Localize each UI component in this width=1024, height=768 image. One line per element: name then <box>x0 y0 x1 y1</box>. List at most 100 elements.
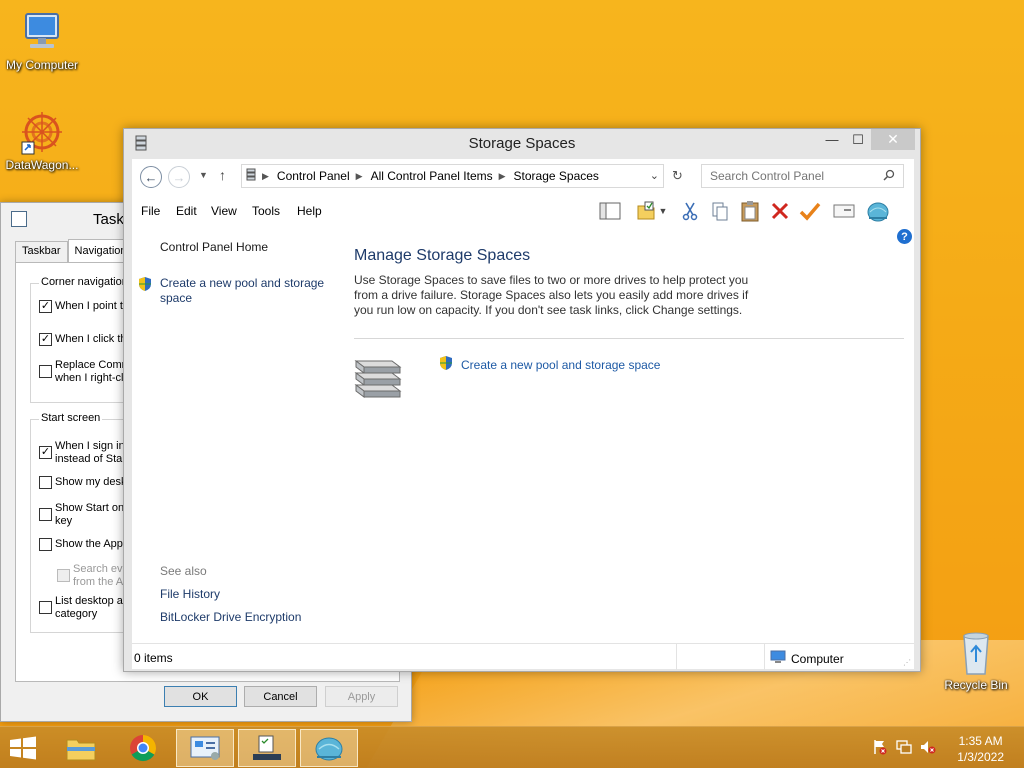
menu-tools[interactable]: Tools <box>252 204 280 218</box>
cancel-button[interactable]: Cancel <box>244 686 317 707</box>
search-icon[interactable] <box>883 169 895 184</box>
desktop-icon-recycle-bin[interactable]: Recycle Bin <box>934 630 1018 692</box>
cut-icon[interactable] <box>678 200 702 222</box>
checkmark-icon[interactable] <box>798 200 822 222</box>
address-dropdown-icon[interactable]: ⌄ <box>650 169 659 182</box>
option-label: List desktop ap category <box>55 595 129 621</box>
corner-option-3[interactable]: Replace Comm when I right-cl <box>39 359 131 385</box>
properties-icon[interactable] <box>832 200 856 222</box>
window-title: Task <box>93 211 124 228</box>
action-center-flag-icon[interactable] <box>872 739 888 758</box>
taskbar-control-panel[interactable] <box>176 729 234 767</box>
recent-locations-chevron-icon[interactable]: ▼ <box>199 170 208 180</box>
resize-grip-icon[interactable]: ⋰ <box>903 658 911 667</box>
start-option-6[interactable]: List desktop ap category <box>39 595 129 621</box>
checkbox <box>57 569 70 582</box>
taskbar-properties-icon <box>11 211 27 227</box>
taskbar-chrome[interactable] <box>114 729 172 767</box>
ok-button[interactable]: OK <box>164 686 237 707</box>
copy-icon[interactable] <box>708 200 732 222</box>
task-link-label: Create a new pool and storage space <box>461 357 661 372</box>
taskbar-storage-spaces[interactable] <box>300 729 358 767</box>
bitlocker-link[interactable]: BitLocker Drive Encryption <box>160 610 301 624</box>
breadcrumb-all-items[interactable]: ▶ All Control Panel Items <box>356 169 493 183</box>
help-icon[interactable]: ? <box>897 229 912 244</box>
checkbox[interactable]: ✓ <box>39 300 52 313</box>
corner-option-2[interactable]: ✓ When I click th <box>39 333 127 346</box>
option-label-line: key <box>55 515 73 527</box>
search-box[interactable] <box>701 164 904 188</box>
network-icon[interactable] <box>896 739 912 758</box>
checkbox[interactable]: ✓ <box>39 446 52 459</box>
options-dropdown-icon[interactable]: ▼ <box>656 200 670 222</box>
option-label: When I click th <box>55 333 127 345</box>
menu-file[interactable]: File <box>141 204 160 218</box>
file-explorer-icon <box>66 739 96 761</box>
start-option-4[interactable]: Show the Apps <box>39 538 128 551</box>
shield-icon <box>439 355 453 374</box>
option-label: Show the Apps <box>55 538 129 550</box>
minimize-button[interactable]: — <box>818 129 846 150</box>
checkbox[interactable] <box>39 365 52 378</box>
volume-muted-icon[interactable] <box>920 739 936 758</box>
start-option-2[interactable]: Show my desk <box>39 476 127 489</box>
start-option-5: Search eve from the A <box>57 563 129 589</box>
desktop-icon-datawagon[interactable]: DataWagon... <box>0 110 84 172</box>
menu-edit[interactable]: Edit <box>176 204 197 218</box>
address-bar-row: ← → ▼ ↑ ▶ Control Panel ▶ All Control Pane… <box>132 159 914 197</box>
storage-spaces-taskbar-icon <box>315 737 343 761</box>
forward-arrow-icon: → <box>168 166 190 188</box>
delete-icon[interactable] <box>768 200 792 222</box>
recycle-bin-icon <box>952 630 1000 676</box>
paste-icon[interactable] <box>738 200 762 222</box>
option-label-line: when I right-cl <box>55 372 124 384</box>
checkbox[interactable] <box>39 508 52 521</box>
start-option-1[interactable]: ✓ When I sign in instead of Star <box>39 440 126 466</box>
taskbar-file-explorer[interactable] <box>52 729 110 767</box>
up-arrow-icon[interactable]: ↑ <box>219 167 226 183</box>
start-button[interactable] <box>8 736 38 760</box>
checkbox[interactable] <box>39 601 52 614</box>
checkbox[interactable]: ✓ <box>39 333 52 346</box>
checkbox[interactable] <box>39 538 52 551</box>
corner-option-1[interactable]: ✓ When I point t <box>39 300 123 313</box>
folder-options-icon[interactable] <box>634 200 658 222</box>
menu-help[interactable]: Help <box>297 204 322 218</box>
checkbox[interactable] <box>39 476 52 489</box>
breadcrumb-control-panel[interactable]: ▶ Control Panel <box>262 169 350 183</box>
create-pool-line: Create a new pool and storage <box>160 276 325 290</box>
option-label-line: instead of Star <box>55 453 126 465</box>
computer-icon <box>770 650 786 667</box>
desktop-icon-my-computer[interactable]: My Computer <box>0 10 84 72</box>
start-option-3[interactable]: Show Start on key <box>39 502 124 528</box>
layout-pane-icon[interactable] <box>598 200 622 222</box>
option-label: Show Start on key <box>55 502 124 528</box>
menu-bar: File Edit View Tools Help ▼ <box>132 197 914 225</box>
chrome-icon <box>130 735 157 762</box>
create-pool-task-link[interactable]: Create a new pool and storage space <box>439 355 660 374</box>
breadcrumb-separator-icon: ▶ <box>262 170 269 181</box>
title-bar[interactable]: Storage Spaces — ☐ ✕ <box>124 129 920 157</box>
back-arrow-icon[interactable]: ← <box>140 166 162 188</box>
clock[interactable]: 1:35 AM 1/3/2022 <box>957 733 1004 765</box>
breadcrumb-storage-spaces[interactable]: ▶ Storage Spaces <box>499 169 599 183</box>
search-input[interactable] <box>710 169 880 183</box>
refresh-icon[interactable]: ↻ <box>672 168 683 184</box>
breadcrumb-label: All Control Panel Items <box>370 169 493 183</box>
globe-icon[interactable] <box>866 200 890 222</box>
taskbar-properties-icon <box>253 735 281 760</box>
menu-view[interactable]: View <box>211 204 237 218</box>
control-panel-home-link[interactable]: Control Panel Home <box>160 240 268 254</box>
file-history-link[interactable]: File History <box>160 587 220 601</box>
close-button[interactable]: ✕ <box>871 129 915 150</box>
tab-taskbar[interactable]: Taskbar <box>15 241 68 263</box>
option-label: When I point t <box>55 300 123 312</box>
option-label-line: from the A <box>73 576 124 588</box>
address-box[interactable]: ▶ Control Panel ▶ All Control Panel Items … <box>241 164 664 188</box>
storage-drives-icon <box>354 353 402 404</box>
storage-spaces-small-icon <box>246 168 256 185</box>
maximize-button[interactable]: ☐ <box>844 129 872 150</box>
create-pool-link[interactable]: Create a new pool and storage space <box>160 276 324 306</box>
taskbar-taskbar-properties[interactable] <box>238 729 296 767</box>
see-also-label: See also <box>160 564 207 578</box>
